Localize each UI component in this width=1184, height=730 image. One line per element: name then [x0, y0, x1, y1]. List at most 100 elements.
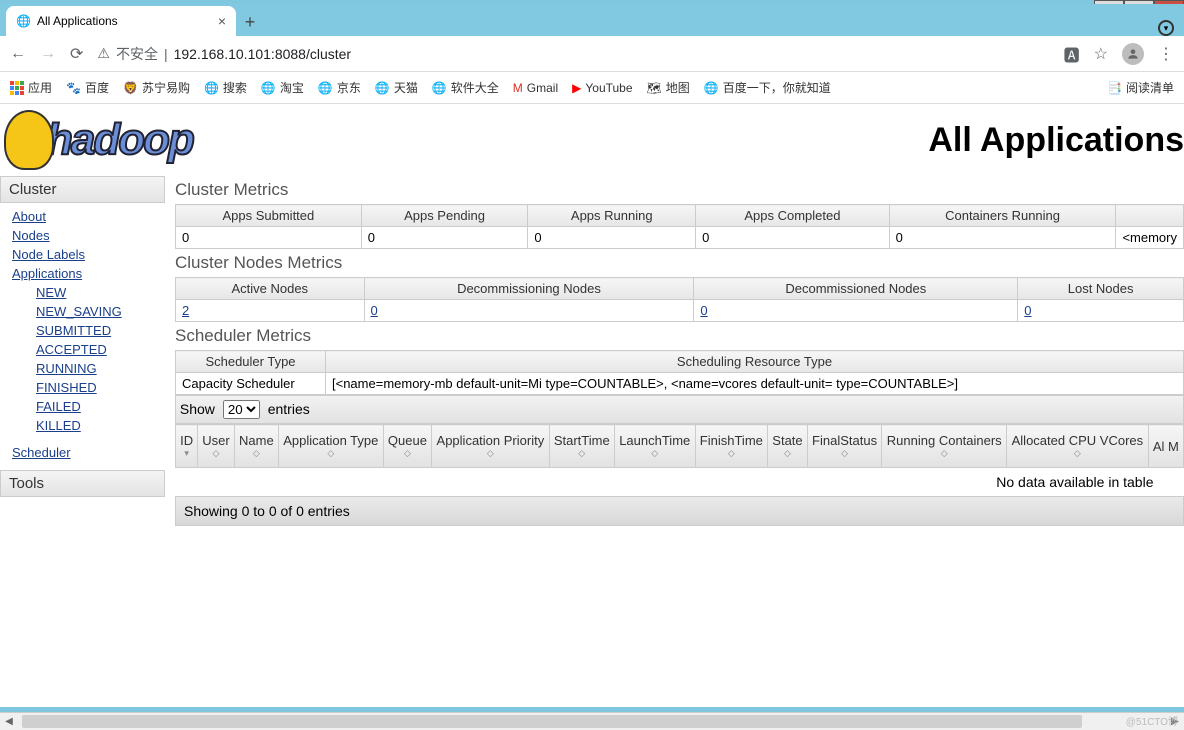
menu-icon[interactable]: ⋮: [1158, 44, 1174, 64]
url-field[interactable]: ⚠ 不安全 | 192.168.10.101:8088/cluster: [97, 44, 1049, 64]
col-user[interactable]: User◇: [198, 425, 235, 468]
globe-icon: 🌐: [16, 14, 31, 28]
nav-applications[interactable]: Applications: [12, 264, 165, 283]
address-bar: ← → ⟳ ⚠ 不安全 | 192.168.10.101:8088/cluste…: [0, 36, 1184, 72]
reload-button[interactable]: ⟳: [70, 44, 83, 64]
hadoop-logo: hadoop: [4, 110, 193, 170]
col-finalstatus[interactable]: FinalStatus◇: [807, 425, 882, 468]
col-finishtime[interactable]: FinishTime◇: [695, 425, 768, 468]
nav-state-new[interactable]: NEW: [36, 283, 165, 302]
sort-icon: ◇: [283, 448, 379, 459]
th-lost-nodes: Lost Nodes: [1018, 278, 1184, 300]
bookmark-taobao[interactable]: 🌐淘宝: [261, 79, 304, 96]
scheduler-metrics-table: Scheduler Type Scheduling Resource Type …: [175, 350, 1184, 395]
insecure-icon: ⚠: [97, 45, 110, 62]
col-alloc-mem[interactable]: Al M: [1148, 425, 1183, 468]
nav-state-failed[interactable]: FAILED: [36, 397, 165, 416]
new-tab-button[interactable]: +: [236, 8, 264, 36]
col-launchtime[interactable]: LaunchTime◇: [614, 425, 695, 468]
th-memory: [1116, 205, 1184, 227]
bookmark-tmall[interactable]: 🌐天猫: [375, 79, 418, 96]
nav-state-finished[interactable]: FINISHED: [36, 378, 165, 397]
apps-button[interactable]: 应用: [10, 79, 52, 96]
tab-close-icon[interactable]: ×: [218, 13, 226, 29]
separator: |: [164, 46, 168, 62]
tab-title: All Applications: [37, 14, 118, 28]
sidebar-heading-cluster[interactable]: Cluster: [0, 176, 165, 203]
td-value: 0: [889, 227, 1116, 249]
bookmark-suning[interactable]: 🦁苏宁易购: [123, 79, 190, 96]
bookmark-jd[interactable]: 🌐京东: [318, 79, 361, 96]
sort-icon: ◇: [1011, 448, 1144, 459]
bookmark-baidu2[interactable]: 🌐百度一下，你就知道: [704, 79, 831, 96]
bookmark-software[interactable]: 🌐软件大全: [432, 79, 499, 96]
col-running-containers[interactable]: Running Containers◇: [882, 425, 1007, 468]
back-button[interactable]: ←: [10, 45, 26, 63]
sort-icon: ◇: [202, 448, 230, 459]
tab-bar: 🌐 All Applications × + ▾: [0, 4, 1184, 36]
bookmark-star-icon[interactable]: ☆: [1094, 44, 1108, 64]
entries-select[interactable]: 20: [223, 400, 260, 419]
sort-icon: ◇: [772, 448, 803, 459]
bookmark-baidu[interactable]: 🐾百度: [66, 79, 109, 96]
page-title: All Applications: [928, 121, 1184, 160]
th-containers-running: Containers Running: [889, 205, 1116, 227]
td-value: 0: [361, 227, 528, 249]
bookmark-gmail[interactable]: MGmail: [513, 81, 558, 95]
col-name[interactable]: Name◇: [234, 425, 278, 468]
scroll-left-icon[interactable]: ◀: [0, 716, 18, 727]
th-apps-completed: Apps Completed: [696, 205, 889, 227]
td-value: 0: [528, 227, 696, 249]
scrollbar-thumb[interactable]: [22, 715, 1082, 728]
profile-avatar[interactable]: [1122, 43, 1144, 65]
sort-icon: ◇: [619, 448, 691, 459]
th-resource-type: Scheduling Resource Type: [326, 351, 1184, 373]
col-apptype[interactable]: Application Type◇: [278, 425, 383, 468]
apps-icon: [10, 81, 24, 95]
main-panel: Cluster Metrics Apps Submitted Apps Pend…: [165, 176, 1184, 526]
th-decommissioned: Decommissioned Nodes: [694, 278, 1018, 300]
active-nodes-link[interactable]: 2: [182, 303, 189, 318]
nav-nodes[interactable]: Nodes: [12, 226, 165, 245]
sidebar: Cluster About Nodes Node Labels Applicat…: [0, 176, 165, 526]
decommissioned-link[interactable]: 0: [700, 303, 707, 318]
col-state[interactable]: State◇: [768, 425, 808, 468]
watermark: @51CTO博: [1126, 713, 1178, 728]
nav-node-labels[interactable]: Node Labels: [12, 245, 165, 264]
col-id[interactable]: ID▾: [176, 425, 198, 468]
decommissioning-link[interactable]: 0: [371, 303, 378, 318]
browser-tab[interactable]: 🌐 All Applications ×: [6, 6, 236, 36]
nav-state-new-saving[interactable]: NEW_SAVING: [36, 302, 165, 321]
elephant-icon: [4, 110, 54, 170]
col-queue[interactable]: Queue◇: [383, 425, 431, 468]
sort-icon: ◇: [886, 448, 1002, 459]
lost-nodes-link[interactable]: 0: [1024, 303, 1031, 318]
horizontal-scrollbar[interactable]: ◀ ▶: [0, 712, 1184, 730]
page-content: hadoop All Applications Cluster About No…: [0, 104, 1184, 707]
nav-state-submitted[interactable]: SUBMITTED: [36, 321, 165, 340]
nav-scheduler[interactable]: Scheduler: [12, 443, 165, 462]
datatable-info: Showing 0 to 0 of 0 entries: [175, 496, 1184, 526]
col-starttime[interactable]: StartTime◇: [549, 425, 614, 468]
nav-state-accepted[interactable]: ACCEPTED: [36, 340, 165, 359]
scheduler-metrics-heading: Scheduler Metrics: [175, 322, 1184, 350]
col-cpu-vcores[interactable]: Allocated CPU VCores◇: [1007, 425, 1149, 468]
nav-about[interactable]: About: [12, 207, 165, 226]
forward-button[interactable]: →: [40, 45, 56, 63]
col-priority[interactable]: Application Priority◇: [432, 425, 549, 468]
th-apps-running: Apps Running: [528, 205, 696, 227]
bookmark-search[interactable]: 🌐搜索: [204, 79, 247, 96]
tab-search-icon[interactable]: ▾: [1158, 20, 1174, 36]
sort-icon: ◇: [436, 448, 544, 459]
reading-list-button[interactable]: 📑阅读清单: [1107, 79, 1174, 96]
sort-icon: ◇: [812, 448, 878, 459]
nav-state-running[interactable]: RUNNING: [36, 359, 165, 378]
bookmark-maps[interactable]: 🗺地图: [647, 79, 690, 96]
no-data-row: No data available in table: [176, 468, 1184, 497]
sidebar-heading-tools[interactable]: Tools: [0, 470, 165, 497]
bookmark-youtube[interactable]: ▶YouTube: [572, 81, 632, 95]
datatable-length: Show 20 entries: [175, 395, 1184, 424]
translate-icon[interactable]: 🅰: [1064, 42, 1080, 66]
browser-window: 🌐 All Applications × + ▾ ← → ⟳ ⚠ 不安全 | 1…: [0, 4, 1184, 707]
nav-state-killed[interactable]: KILLED: [36, 416, 165, 435]
